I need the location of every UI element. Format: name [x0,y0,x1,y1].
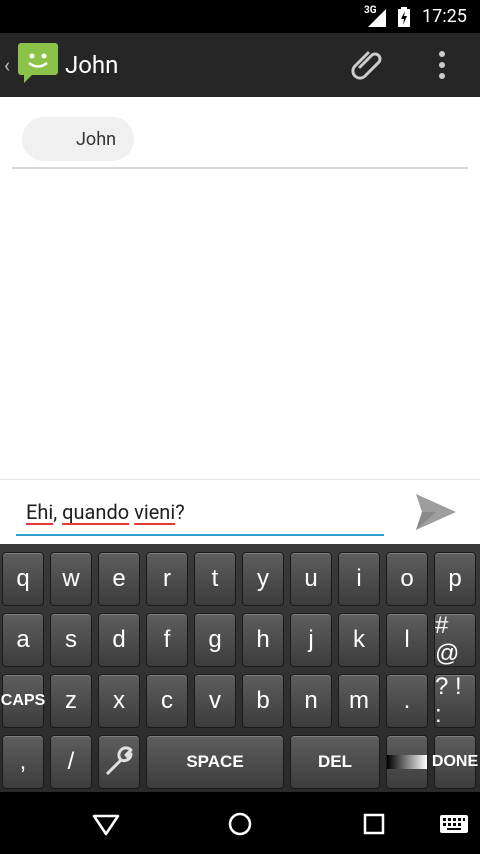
key-a[interactable]: a [2,613,44,667]
keyboard-switch-icon [387,755,427,769]
key-e[interactable]: e [98,552,140,606]
key-l[interactable]: l [386,613,428,667]
key-x[interactable]: x [98,674,140,728]
conversation-title: John [65,51,119,79]
key-switch[interactable] [386,735,428,789]
misspelled-word: quando [62,500,130,524]
key-period[interactable]: . [386,674,428,728]
recents-icon[interactable] [358,808,390,840]
key-done[interactable]: DONE [432,735,478,789]
key-k[interactable]: k [338,613,380,667]
key-comma[interactable]: , [2,735,44,789]
status-bar: 3G 17:25 [0,0,480,33]
compose-bar: Ehi, quando vieni? [0,479,480,544]
clock: 17:25 [422,6,467,27]
overflow-menu-icon[interactable] [432,49,452,81]
misspelled-word: vieni [134,500,176,524]
recipient-field-underline [12,167,468,169]
battery-charging-icon [398,7,410,27]
key-i[interactable]: i [338,552,380,606]
send-icon[interactable] [414,492,458,532]
message-input[interactable]: Ehi, quando vieni? [26,500,185,524]
key-b[interactable]: b [242,674,284,728]
key-c[interactable]: c [146,674,188,728]
navigation-bar [0,792,480,854]
message-text: , [53,500,63,524]
key-symbols[interactable]: # @ [434,612,476,667]
conversation-area: John [0,97,480,479]
key-f[interactable]: f [146,613,188,667]
key-caps[interactable]: CAPS [1,674,45,728]
recipient-chip[interactable]: John [22,117,134,161]
key-space[interactable]: SPACE [146,735,284,789]
key-g[interactable]: g [194,613,236,667]
key-r[interactable]: r [146,552,188,606]
key-u[interactable]: u [290,552,332,606]
key-y[interactable]: y [242,552,284,606]
key-q[interactable]: q [2,552,44,606]
key-slash[interactable]: / [50,735,92,789]
attach-icon[interactable] [350,47,386,83]
messaging-app-icon[interactable] [18,43,58,83]
key-j[interactable]: j [290,613,332,667]
message-text: ? [175,500,185,524]
message-input-underline [16,534,384,536]
key-s[interactable]: s [50,613,92,667]
recipient-name: John [76,129,117,150]
key-o[interactable]: o [386,552,428,606]
soft-keyboard: q w e r t y u i o p a s d f g h j k l # … [0,544,480,792]
key-punctuation[interactable]: ? ! : [434,673,476,728]
key-v[interactable]: v [194,674,236,728]
back-chevron-icon[interactable]: ‹ [4,53,10,77]
key-d[interactable]: d [98,613,140,667]
action-bar: ‹ John [0,33,480,97]
key-delete[interactable]: DEL [290,735,380,789]
key-t[interactable]: t [194,552,236,606]
misspelled-word: Ehi [26,500,54,524]
wrench-icon [105,746,133,776]
key-n[interactable]: n [290,674,332,728]
key-m[interactable]: m [338,674,380,728]
signal-icon [368,9,386,27]
key-h[interactable]: h [242,613,284,667]
home-icon[interactable] [224,808,256,840]
key-z[interactable]: z [50,674,92,728]
key-p[interactable]: p [434,552,476,606]
key-settings[interactable] [98,735,140,789]
key-w[interactable]: w [50,552,92,606]
back-icon[interactable] [90,808,122,840]
keyboard-icon[interactable] [438,808,470,840]
